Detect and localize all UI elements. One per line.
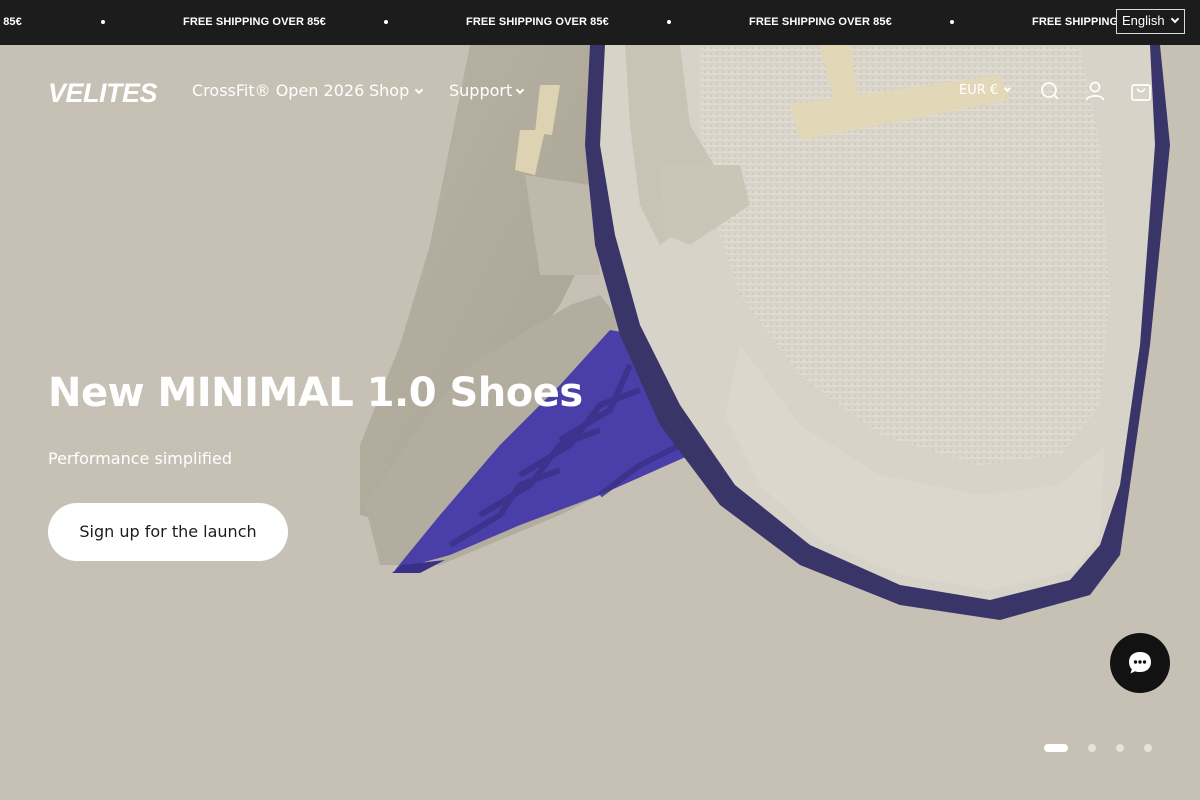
language-select-value: English bbox=[1122, 13, 1165, 28]
hero-title: New MINIMAL 1.0 Shoes bbox=[48, 370, 583, 416]
chevron-down-icon bbox=[1170, 14, 1180, 24]
slide-dot-4[interactable] bbox=[1144, 744, 1152, 752]
nav-support[interactable]: Support bbox=[449, 81, 512, 100]
nav-crossfit-open[interactable]: CrossFit® Open 2026 bbox=[192, 81, 364, 100]
separator-dot bbox=[667, 20, 671, 24]
separator-dot bbox=[384, 20, 388, 24]
cart-icon[interactable] bbox=[1129, 79, 1153, 103]
search-icon[interactable] bbox=[1038, 79, 1062, 103]
announcement-text: FREE SHIPPING OVER 85€ bbox=[749, 16, 892, 28]
logo-text: VELITES bbox=[48, 80, 158, 104]
account-icon[interactable] bbox=[1083, 79, 1107, 103]
hero-slideshow bbox=[0, 45, 1200, 800]
launch-signup-button[interactable]: Sign up for the launch bbox=[48, 503, 288, 561]
announcement-text: FREE SHIPPING OVER 85€ bbox=[466, 16, 609, 28]
nav-shop[interactable]: Shop bbox=[369, 81, 409, 100]
velites-logo[interactable]: VELITES bbox=[48, 80, 170, 104]
announcement-text: FREE SHIPPING OVER 85€ bbox=[183, 16, 326, 28]
announcement-bar: R 85€ FREE SHIPPING OVER 85€ FREE SHIPPI… bbox=[0, 0, 1200, 45]
separator-dot bbox=[950, 20, 954, 24]
slide-dot-2[interactable] bbox=[1088, 744, 1096, 752]
hero-shoe-image bbox=[360, 45, 1170, 620]
language-select[interactable]: English bbox=[1116, 9, 1185, 34]
separator-dot bbox=[101, 20, 105, 24]
chat-bubble-icon bbox=[1129, 652, 1151, 674]
slide-dot-3[interactable] bbox=[1116, 744, 1124, 752]
announcement-marquee: R 85€ FREE SHIPPING OVER 85€ FREE SHIPPI… bbox=[0, 0, 1200, 45]
chat-launcher-button[interactable] bbox=[1110, 633, 1170, 693]
hero-subtitle: Performance simplified bbox=[48, 449, 232, 468]
currency-selector[interactable]: EUR € bbox=[959, 83, 998, 98]
slide-dot-1[interactable] bbox=[1044, 744, 1068, 752]
announcement-text: R 85€ bbox=[0, 16, 22, 28]
